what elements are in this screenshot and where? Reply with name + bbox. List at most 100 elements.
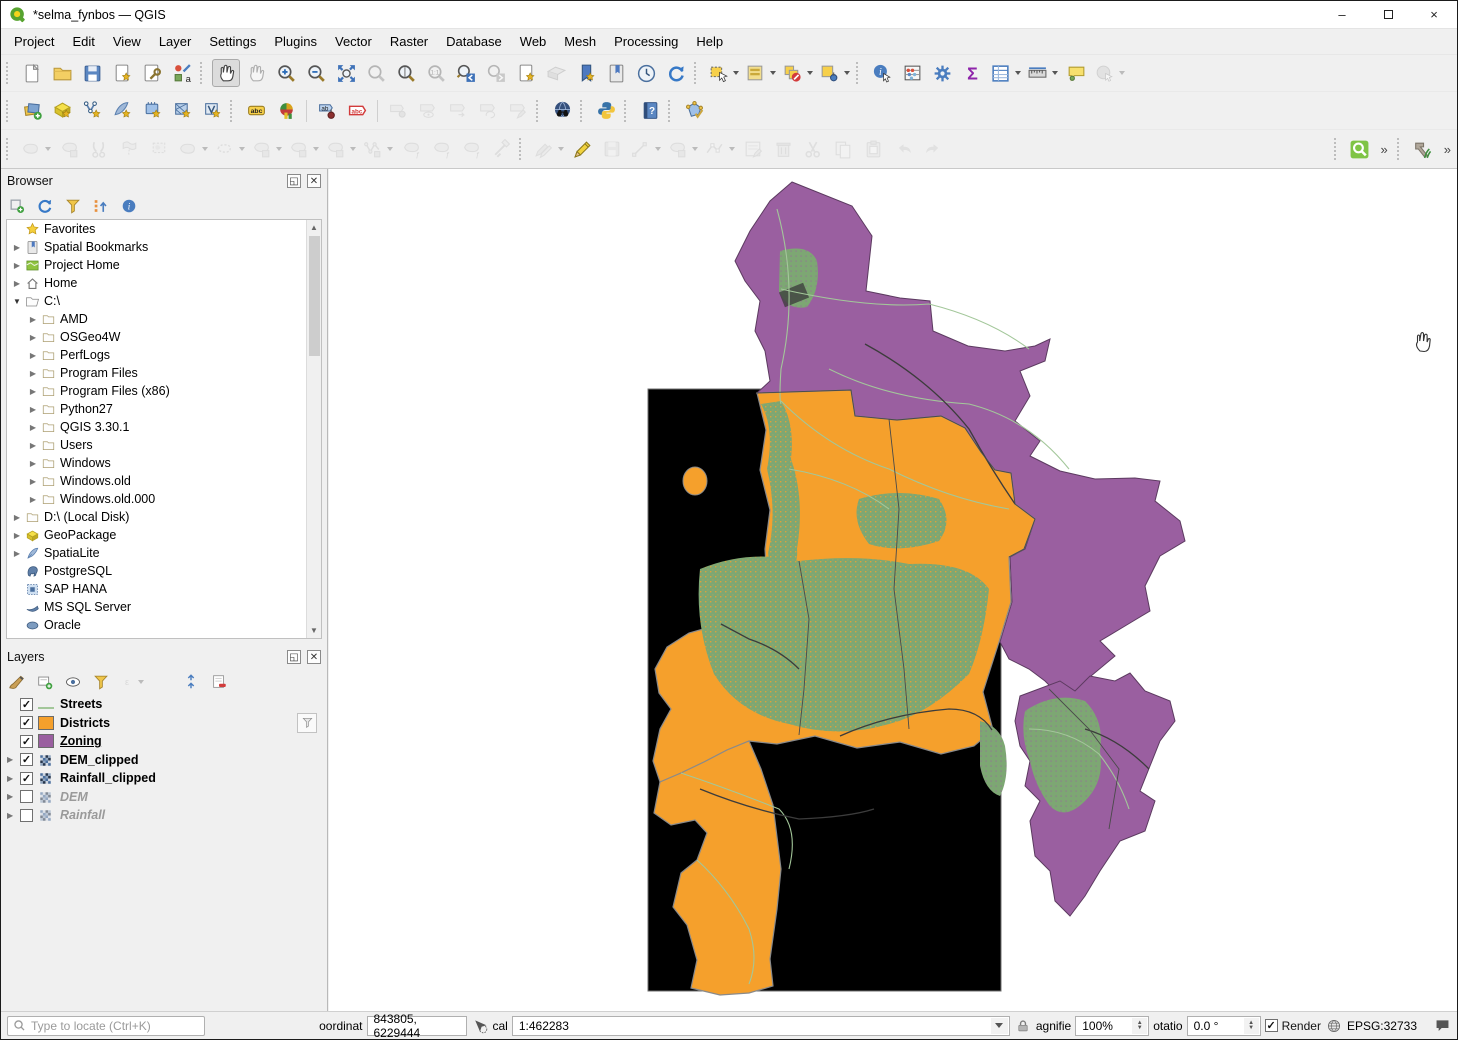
zoom-last-button[interactable] [452, 59, 480, 87]
new-spatialite-layer-button[interactable] [108, 97, 136, 125]
refresh-browser-button[interactable] [33, 194, 57, 218]
menu-raster[interactable]: Raster [381, 30, 437, 53]
magnifier-spin-buttons[interactable]: ▲▼ [1132, 1018, 1147, 1034]
dropdown-arrow-icon[interactable] [558, 147, 564, 151]
zoom-out-button[interactable] [302, 59, 330, 87]
collapse-icon[interactable]: ▼ [11, 297, 23, 306]
dropdown-arrow-icon[interactable] [807, 71, 813, 75]
toolbar-grip[interactable] [6, 138, 14, 160]
add-group-button[interactable] [33, 670, 57, 694]
select-by-value-button[interactable] [743, 59, 778, 87]
layer-row[interactable]: ✓Streets [1, 695, 327, 714]
browser-item[interactable]: ▶GeoPackage [7, 526, 321, 544]
remove-layer-button[interactable] [207, 670, 231, 694]
menu-database[interactable]: Database [437, 30, 511, 53]
browser-item[interactable]: ▶Windows [7, 454, 321, 472]
browser-item[interactable]: ▼C:\ [7, 292, 321, 310]
deselect-features-button[interactable] [780, 59, 815, 87]
browser-item[interactable]: ▶OSGeo4W [7, 328, 321, 346]
browser-item[interactable]: ▶SpatiaLite [7, 544, 321, 562]
dropdown-arrow-icon[interactable] [770, 71, 776, 75]
layer-expand-icon[interactable]: ▶ [7, 755, 18, 764]
extents-toggle-icon[interactable] [471, 1017, 489, 1035]
new-mesh-layer-button[interactable] [168, 97, 196, 125]
new-temporary-scratch-layer-button[interactable] [138, 97, 166, 125]
browser-item[interactable]: ▶D:\ (Local Disk) [7, 508, 321, 526]
browser-item[interactable]: ▶AMD [7, 310, 321, 328]
open-layer-styling-button[interactable] [5, 670, 29, 694]
browser-item[interactable]: ▶Project Home [7, 256, 321, 274]
render-checkbox[interactable]: ✓ Render [1265, 1019, 1321, 1033]
expand-icon[interactable]: ▶ [27, 477, 39, 486]
dropdown-arrow-icon[interactable] [844, 71, 850, 75]
toolbar-grip[interactable] [536, 100, 544, 122]
new-shapefile-layer-button[interactable] [78, 97, 106, 125]
dropdown-arrow-icon[interactable] [729, 147, 735, 151]
browser-scrollbar[interactable]: ▲ ▼ [306, 220, 321, 638]
coordinate-input[interactable]: 843805, 6229444 [367, 1016, 467, 1036]
layer-row[interactable]: ▶✓DEM_clipped [1, 751, 327, 770]
rotation-spin-buttons[interactable]: ▲▼ [1244, 1018, 1259, 1034]
collapse-all-browser-button[interactable] [89, 194, 113, 218]
browser-float-button[interactable]: ◱ [287, 174, 301, 188]
style-manager-button[interactable]: a [168, 59, 196, 87]
dropdown-arrow-icon[interactable] [202, 147, 208, 151]
lock-scale-icon[interactable] [1014, 1017, 1032, 1035]
new-virtual-layer-button[interactable] [198, 97, 226, 125]
expand-icon[interactable]: ▶ [11, 279, 23, 288]
show-bookmarks-button[interactable] [602, 59, 630, 87]
dropdown-arrow-icon[interactable] [655, 147, 661, 151]
dropdown-arrow-icon[interactable] [692, 147, 698, 151]
dropdown-arrow-icon[interactable] [387, 147, 393, 151]
toolbar-grip[interactable] [668, 100, 676, 122]
properties-widget-button[interactable]: i [117, 194, 141, 218]
browser-item[interactable]: ▶Windows.old.000 [7, 490, 321, 508]
toolbar-grip[interactable] [200, 62, 208, 84]
magnifier-spinbox[interactable]: 100% ▲▼ [1075, 1016, 1149, 1036]
expand-icon[interactable]: ▶ [27, 423, 39, 432]
layer-row[interactable]: ▶DEM [1, 788, 327, 807]
show-layout-manager-button[interactable] [138, 59, 166, 87]
expand-icon[interactable]: ▶ [11, 243, 23, 252]
layer-row[interactable]: ✓Districts [1, 714, 327, 733]
toolbar-overflow-chevron[interactable]: » [1375, 142, 1394, 157]
expand-icon[interactable]: ▶ [27, 387, 39, 396]
layer-visibility-checkbox[interactable] [20, 809, 33, 822]
dropdown-arrow-icon[interactable] [733, 71, 739, 75]
toolbar-grip[interactable] [6, 100, 14, 122]
expand-icon[interactable]: ▶ [27, 405, 39, 414]
identify-features-button[interactable]: i [868, 59, 896, 87]
expand-icon[interactable]: ▶ [27, 369, 39, 378]
open-attribute-table-button[interactable] [988, 59, 1023, 87]
expand-icon[interactable]: ▶ [27, 333, 39, 342]
menu-settings[interactable]: Settings [200, 30, 265, 53]
browser-item[interactable]: ▶Users [7, 436, 321, 454]
layer-row[interactable]: ▶Rainfall [1, 806, 327, 825]
temporal-controller-button[interactable] [632, 59, 660, 87]
manage-map-themes-button[interactable] [61, 670, 85, 694]
expand-icon[interactable]: ▶ [27, 351, 39, 360]
layer-visibility-checkbox[interactable]: ✓ [20, 772, 33, 785]
topology-checker-button[interactable] [680, 97, 708, 125]
layer-filter-indicator[interactable] [297, 713, 317, 733]
expand-all-layers-button[interactable] [151, 670, 175, 694]
toolbar-grip[interactable] [1334, 138, 1342, 160]
menu-view[interactable]: View [104, 30, 150, 53]
new-project-button[interactable] [18, 59, 46, 87]
expand-icon[interactable]: ▶ [27, 315, 39, 324]
dropdown-arrow-icon[interactable] [1015, 71, 1021, 75]
browser-item[interactable]: PostgreSQL [7, 562, 321, 580]
menu-edit[interactable]: Edit [63, 30, 103, 53]
layer-visibility-checkbox[interactable]: ✓ [20, 698, 33, 711]
statistical-summary-button[interactable]: Σ [958, 59, 986, 87]
messages-icon[interactable] [1433, 1017, 1451, 1035]
layer-labeling-button[interactable]: abc [242, 97, 270, 125]
toolbar-grip[interactable] [519, 138, 527, 160]
toolbar-grip[interactable] [6, 62, 14, 84]
menu-help[interactable]: Help [687, 30, 732, 53]
menu-processing[interactable]: Processing [605, 30, 687, 53]
browser-item[interactable]: SAP HANA [7, 580, 321, 598]
new-map-view-button[interactable] [512, 59, 540, 87]
filter-browser-button[interactable] [61, 194, 85, 218]
toolbar-grip[interactable] [624, 100, 632, 122]
